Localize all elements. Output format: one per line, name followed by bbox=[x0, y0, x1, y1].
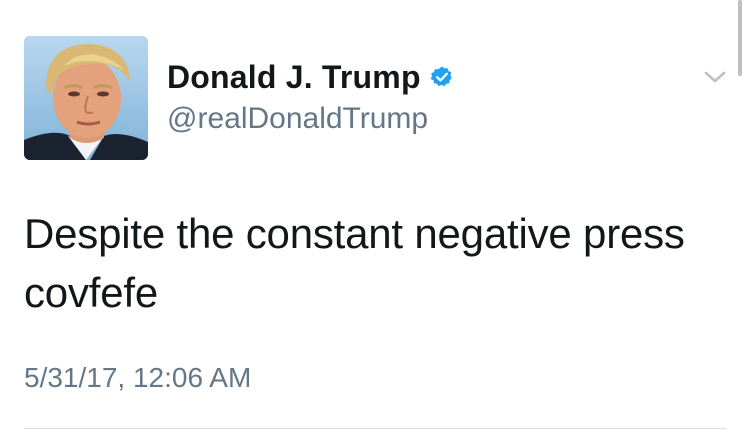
tweet-text: Despite the constant negative press covf… bbox=[24, 210, 685, 316]
tweet-timestamp: 5/31/17, 12:06 AM bbox=[24, 362, 252, 393]
user-handle[interactable]: @realDonaldTrump bbox=[167, 102, 428, 136]
author-row[interactable]: Donald J. Trump bbox=[167, 55, 454, 99]
verified-badge-icon bbox=[430, 66, 452, 87]
display-name[interactable]: Donald J. Trump bbox=[167, 59, 421, 96]
avatar-portrait bbox=[24, 36, 148, 160]
scrollbar[interactable] bbox=[738, 0, 742, 76]
divider bbox=[24, 428, 726, 429]
avatar[interactable] bbox=[24, 36, 148, 160]
chevron-down-icon[interactable] bbox=[703, 68, 727, 86]
tweet-card: Donald J. Trump @realDonaldTrump Despite… bbox=[0, 0, 750, 441]
